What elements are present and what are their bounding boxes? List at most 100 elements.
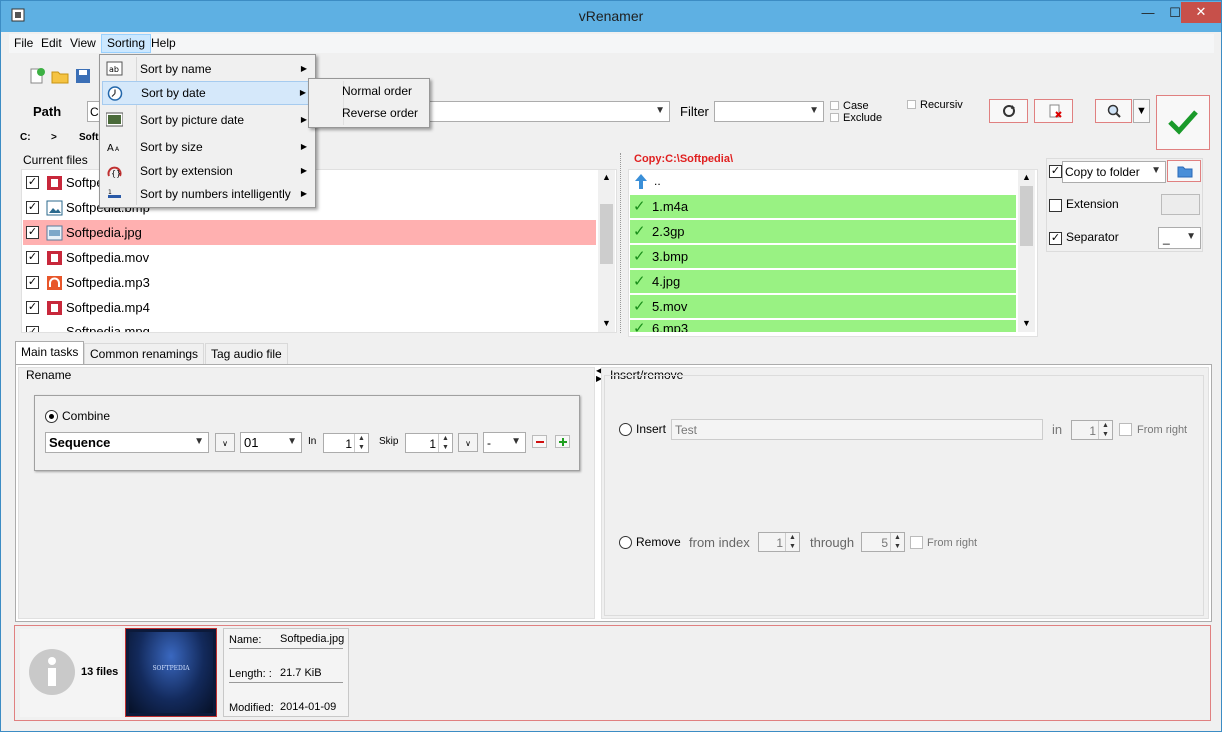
file-checkbox[interactable]: ✓ xyxy=(26,326,39,332)
list-item[interactable]: ✓ Softpedia.mpg xyxy=(23,320,596,332)
scroll-down-icon[interactable]: ▼ xyxy=(602,318,611,328)
insert-text-input[interactable]: Test xyxy=(671,419,1043,440)
clear-button[interactable] xyxy=(1034,99,1073,123)
file-checkbox[interactable]: ✓ xyxy=(26,176,39,189)
case-checkbox[interactable] xyxy=(830,101,839,110)
menu-edit[interactable]: Edit xyxy=(36,34,67,53)
file-checkbox[interactable]: ✓ xyxy=(26,276,39,289)
menu-item-sort-by-name[interactable]: ab Sort by name ▶ xyxy=(102,57,313,81)
recursive-checkbox[interactable] xyxy=(907,100,916,109)
target-name: 1.m4a xyxy=(652,199,689,214)
scroll-down-icon[interactable]: ▼ xyxy=(1022,318,1031,328)
tab-common-renamings[interactable]: Common renamings xyxy=(84,343,205,364)
start-combo[interactable]: 01 ▼ xyxy=(240,432,302,453)
refresh-button[interactable] xyxy=(989,99,1028,123)
minimize-button[interactable]: — xyxy=(1135,3,1161,24)
insert-from-right-checkbox[interactable] xyxy=(1119,423,1132,436)
spinner-arrows-icon[interactable]: ▲ ▼ xyxy=(1098,421,1112,439)
file-checkbox[interactable]: ✓ xyxy=(26,301,39,314)
through-spinner[interactable]: 5 ▲ ▼ xyxy=(861,532,905,552)
sequence-value: Sequence xyxy=(49,435,111,450)
remove-from-right-checkbox[interactable] xyxy=(910,536,923,549)
list-item[interactable]: ✓ 2.3gp xyxy=(630,220,1016,243)
target-name: 4.jpg xyxy=(652,274,681,289)
file-checkbox[interactable]: ✓ xyxy=(26,226,39,239)
list-item[interactable]: ✓ 1.m4a xyxy=(630,195,1016,218)
apply-button[interactable] xyxy=(1156,95,1210,150)
insert-label: Insert xyxy=(636,422,667,436)
menu-item-normal-order[interactable]: Normal order xyxy=(342,84,412,98)
add-element-button[interactable] xyxy=(555,435,570,448)
svg-text:A: A xyxy=(107,143,114,154)
menu-item-sort-by-picture-date[interactable]: Sort by picture date ▶ xyxy=(102,108,313,132)
skip-spinner[interactable]: 1 ▲ ▼ xyxy=(405,433,453,453)
parent-row[interactable]: .. xyxy=(630,170,1016,193)
spinner-arrows-icon[interactable]: ▲ ▼ xyxy=(890,533,904,551)
menu-sorting[interactable]: Sorting xyxy=(101,34,152,53)
current-files-label: Current files xyxy=(23,153,88,167)
menu-help[interactable]: Help xyxy=(146,34,181,53)
copy-to-folder-checkbox[interactable]: ✓ xyxy=(1049,165,1062,178)
chevron-down-icon: ▼ xyxy=(194,436,204,447)
remove-element-button[interactable] xyxy=(532,435,547,448)
extension-input[interactable] xyxy=(1161,194,1200,215)
menu-item-reverse-order[interactable]: Reverse order xyxy=(342,106,418,120)
menu-file[interactable]: File xyxy=(9,34,38,53)
tab-main-tasks[interactable]: Main tasks xyxy=(15,341,85,365)
current-files-scrollbar[interactable]: ▲ ▼ xyxy=(598,170,615,332)
insert-radio[interactable] xyxy=(619,423,632,436)
remove-radio[interactable] xyxy=(619,536,632,549)
name-value: Softpedia.jpg xyxy=(280,633,345,645)
exclude-checkbox[interactable] xyxy=(830,113,839,122)
open-folder-icon[interactable] xyxy=(51,67,69,85)
list-item[interactable]: ✓ Softpedia.mp3 xyxy=(23,270,596,295)
separator-checkbox[interactable]: ✓ xyxy=(1049,232,1062,245)
list-item[interactable]: ✓ 5.mov xyxy=(630,295,1016,318)
scroll-up-icon[interactable]: ▲ xyxy=(602,172,611,182)
video-file-icon xyxy=(47,251,62,265)
menu-item-sort-by-size[interactable]: AA Sort by size ▶ xyxy=(102,135,313,159)
skip-options-button[interactable]: ∨ xyxy=(458,433,478,452)
sep-combo[interactable]: - ▼ xyxy=(483,432,526,453)
in-spinner[interactable]: 1 ▲ ▼ xyxy=(323,433,369,453)
menu-view[interactable]: View xyxy=(65,34,101,53)
list-item[interactable]: ✓ 4.jpg xyxy=(630,270,1016,293)
save-icon[interactable] xyxy=(74,67,92,85)
sequence-options-button[interactable]: ∨ xyxy=(215,433,235,452)
list-item[interactable]: ✓ 3.bmp xyxy=(630,245,1016,268)
list-item[interactable]: ✓ Softpedia.mp4 xyxy=(23,295,596,320)
from-index-spinner[interactable]: 1 ▲ ▼ xyxy=(758,532,800,552)
spinner-arrows-icon[interactable]: ▲ ▼ xyxy=(354,434,368,452)
separator-label: Separator xyxy=(1066,230,1119,244)
menu-item-sort-by-date[interactable]: Sort by date ▶ xyxy=(102,81,313,105)
copy-to-folder-combo[interactable]: Copy to folder ▼ xyxy=(1062,161,1166,183)
menu-item-sort-by-numbers[interactable]: 1 Sort by numbers intelligently ▶ xyxy=(102,182,313,206)
sequence-combo[interactable]: Sequence ▼ xyxy=(45,432,209,453)
splitter[interactable] xyxy=(620,153,624,333)
browse-folder-button[interactable] xyxy=(1167,160,1201,182)
new-file-icon[interactable] xyxy=(28,67,46,85)
file-checkbox[interactable]: ✓ xyxy=(26,251,39,264)
close-button[interactable]: ✕ xyxy=(1181,2,1221,23)
scroll-up-icon[interactable]: ▲ xyxy=(1022,172,1031,182)
combine-radio[interactable] xyxy=(45,410,58,423)
plus-icon-vertical xyxy=(562,438,564,446)
spinner-arrows-icon[interactable]: ▲ ▼ xyxy=(785,533,799,551)
breadcrumb-drive[interactable]: C: xyxy=(20,132,31,143)
spinner-arrows-icon[interactable]: ▲ ▼ xyxy=(438,434,452,452)
tab-tag-audio-file[interactable]: Tag audio file xyxy=(205,343,288,364)
list-item[interactable]: ✓ Softpedia.mov xyxy=(23,245,596,270)
separator-combo[interactable]: _ ▼ xyxy=(1158,227,1201,249)
scroll-thumb[interactable] xyxy=(1020,186,1033,246)
menu-item-sort-by-extension[interactable]: {} Sort by extension ▶ xyxy=(102,159,313,183)
insert-in-spinner[interactable]: 1 ▲ ▼ xyxy=(1071,420,1113,440)
filter-combo[interactable]: ▼ xyxy=(714,101,824,122)
target-files-scrollbar[interactable]: ▲ ▼ xyxy=(1018,170,1035,332)
extension-checkbox[interactable] xyxy=(1049,199,1062,212)
list-item-selected[interactable]: ✓ Softpedia.jpg xyxy=(23,220,596,245)
search-button[interactable] xyxy=(1095,99,1132,123)
file-checkbox[interactable]: ✓ xyxy=(26,201,39,214)
list-item[interactable]: ✓ 6.mp3 xyxy=(630,320,1016,332)
search-dropdown-button[interactable]: ▼ xyxy=(1133,99,1150,123)
scroll-thumb[interactable] xyxy=(600,204,613,264)
